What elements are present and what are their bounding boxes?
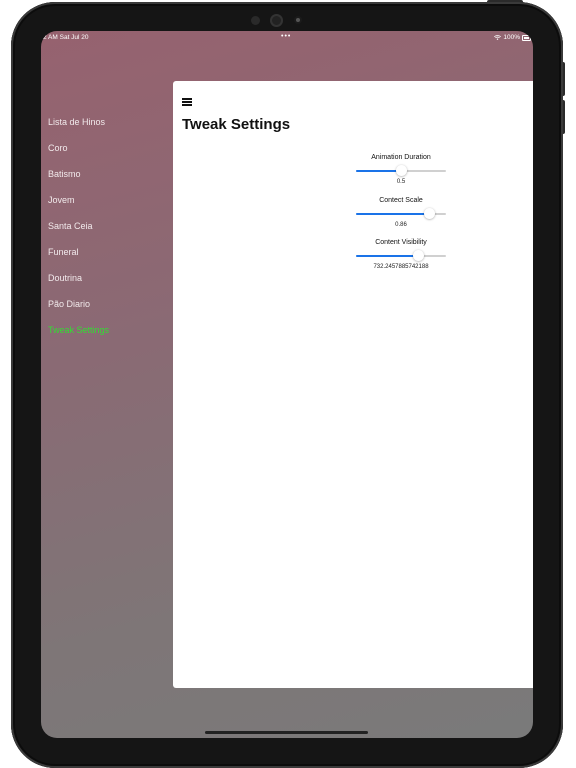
animation-duration-value: 0.5: [396, 179, 406, 185]
device-screen: 2 AM Sat Jul 20 ••• 100% Lista de Hinos …: [41, 31, 533, 738]
sidebar-item-lista-de-hinos[interactable]: Lista de Hinos: [48, 115, 168, 141]
slider-thumb[interactable]: [395, 165, 407, 176]
slider-thumb[interactable]: [412, 250, 424, 261]
content-panel: Tweak Settings Animation Duration 0.5 Co…: [173, 81, 533, 688]
sidebar-item-pao-diario[interactable]: Pão Diario: [48, 297, 168, 323]
sidebar-item-tweak-settings[interactable]: Tweak Settings: [48, 323, 168, 349]
sidebar-item-coro[interactable]: Coro: [48, 141, 168, 167]
sensor-icon: [251, 16, 260, 25]
content-visibility-slider[interactable]: [356, 250, 446, 262]
sidebar-menu: Lista de Hinos Coro Batismo Jovem Santa …: [48, 115, 168, 349]
contect-scale-label: Contect Scale: [379, 197, 423, 204]
animation-duration-slider[interactable]: [356, 165, 446, 177]
status-right-group: 100%: [494, 34, 531, 41]
contect-scale-value: 0.86: [395, 222, 407, 228]
contect-scale-setting: Contect Scale 0.86: [356, 196, 446, 229]
animation-duration-label: Animation Duration: [371, 154, 431, 161]
battery-percent: 100%: [503, 34, 520, 41]
sidebar-item-funeral[interactable]: Funeral: [48, 245, 168, 271]
page-title: Tweak Settings: [182, 116, 291, 133]
battery-icon: [522, 34, 531, 41]
animation-duration-setting: Animation Duration 0.5: [356, 153, 446, 186]
home-indicator: [205, 731, 368, 734]
status-time: 2 AM Sat Jul 20: [43, 34, 89, 41]
multitasking-dots[interactable]: •••: [281, 33, 291, 40]
content-visibility-value: 732.2457885742188: [373, 264, 429, 270]
content-visibility-label: Content Visibility: [375, 239, 427, 246]
sidebar-item-doutrina[interactable]: Doutrina: [48, 271, 168, 297]
contect-scale-slider[interactable]: [356, 208, 446, 220]
sidebar-item-jovem[interactable]: Jovem: [48, 193, 168, 219]
slider-thumb[interactable]: [424, 208, 436, 219]
sidebar-item-batismo[interactable]: Batismo: [48, 167, 168, 193]
front-camera-icon: [270, 14, 283, 27]
light-sensor-icon: [294, 16, 302, 24]
slider-fill: [356, 170, 401, 172]
wifi-icon: [494, 35, 502, 40]
sidebar-item-santa-ceia[interactable]: Santa Ceia: [48, 219, 168, 245]
content-visibility-setting: Content Visibility 732.2457885742188: [356, 238, 446, 271]
status-bar: 2 AM Sat Jul 20 ••• 100%: [41, 31, 533, 45]
slider-fill: [356, 213, 430, 215]
slider-fill: [356, 255, 419, 257]
hamburger-menu-icon[interactable]: [182, 98, 192, 106]
